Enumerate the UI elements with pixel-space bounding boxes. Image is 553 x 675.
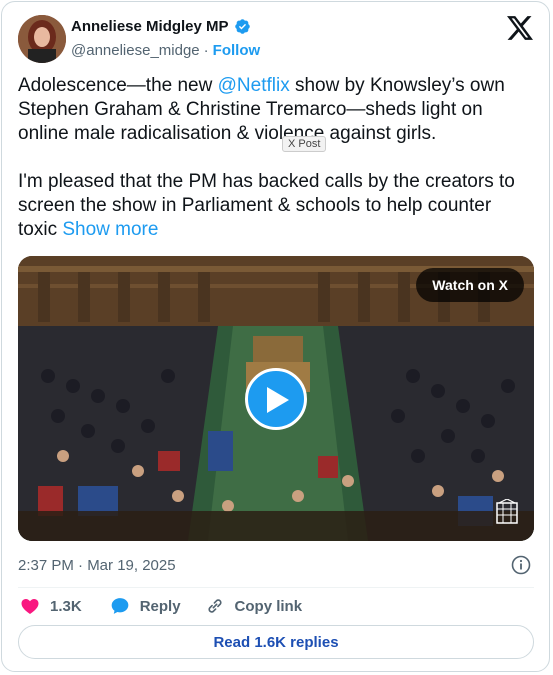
embedded-post-card: Anneliese Midgley MP @anneliese_midge · … bbox=[1, 1, 550, 672]
reply-label: Reply bbox=[139, 597, 181, 615]
play-icon bbox=[267, 387, 289, 413]
author-handle[interactable]: @anneliese_midge bbox=[71, 42, 200, 59]
heart-icon bbox=[21, 599, 39, 614]
follow-button[interactable]: Follow bbox=[213, 42, 261, 59]
timestamp[interactable]: 2:37 PM · Mar 19, 2025 bbox=[18, 557, 176, 574]
like-count: 1.3K bbox=[50, 597, 82, 615]
avatar[interactable] bbox=[18, 15, 66, 63]
watch-on-x-button[interactable]: Watch on X bbox=[416, 268, 524, 302]
separator-dot: · bbox=[203, 42, 209, 59]
info-icon[interactable] bbox=[511, 555, 531, 575]
x-logo-icon[interactable] bbox=[507, 16, 533, 40]
netflix-mention-link[interactable]: @Netflix bbox=[218, 75, 290, 96]
parliament-crest-icon bbox=[496, 499, 518, 524]
play-button[interactable] bbox=[245, 368, 307, 430]
post-text: Adolescence—the new @Netflix show by Kno… bbox=[18, 74, 534, 242]
read-replies-button[interactable]: Read 1.6K replies bbox=[18, 625, 534, 659]
divider bbox=[18, 587, 534, 588]
tooltip: X Post bbox=[282, 136, 327, 152]
copy-link-label: Copy link bbox=[234, 597, 303, 615]
show-more-link[interactable]: Show more bbox=[62, 219, 158, 240]
text-part: Adolescence—the new bbox=[18, 75, 218, 96]
link-icon bbox=[208, 599, 222, 613]
author-name[interactable]: Anneliese Midgley MP bbox=[71, 18, 229, 35]
verified-badge-icon bbox=[234, 19, 250, 34]
like-button[interactable]: 1.3K bbox=[20, 596, 82, 616]
reply-button[interactable]: Reply bbox=[110, 596, 181, 616]
reply-bubble-icon bbox=[111, 598, 129, 614]
copy-link-button[interactable]: Copy link bbox=[205, 596, 303, 616]
video-thumbnail[interactable]: Watch on X bbox=[18, 256, 534, 541]
